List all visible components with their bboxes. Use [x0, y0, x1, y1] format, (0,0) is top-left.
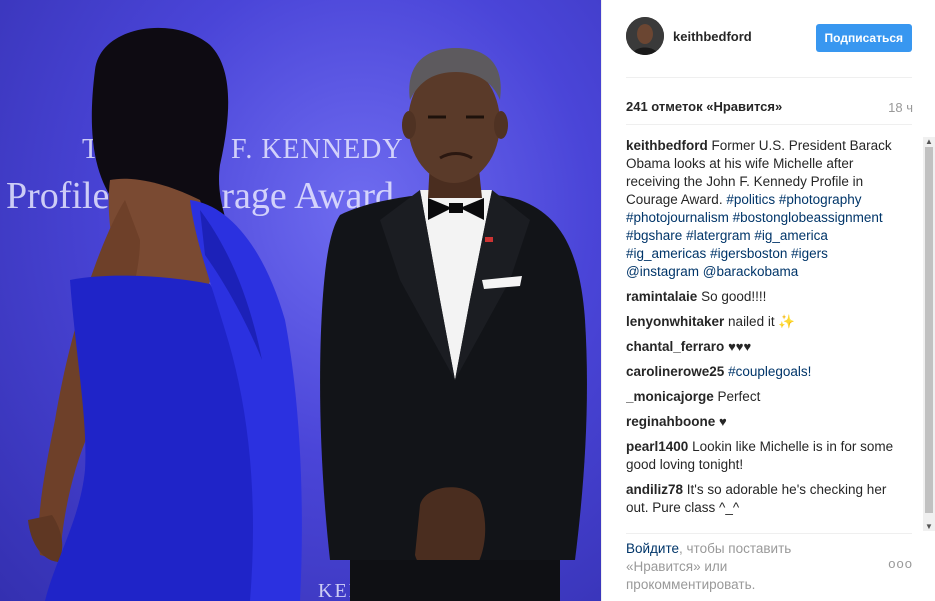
comment-item: reginahboone ♥ [626, 413, 902, 431]
more-options-icon[interactable]: ooo [888, 556, 913, 571]
post-photo[interactable]: THE JOHN F. KENNEDY Profile in Courage A… [0, 0, 601, 601]
man-figure [320, 48, 587, 601]
hashtag[interactable]: #igersboston [710, 246, 787, 261]
comment-text: nailed it ✨ [728, 314, 796, 329]
comment-item: pearl1400 Lookin like Michelle is in for… [626, 438, 902, 474]
comment-item: ramintalaie So good!!!! [626, 288, 902, 306]
hashtag[interactable]: #politics [726, 192, 775, 207]
hashtag[interactable]: #bostonglobeassignment [733, 210, 883, 225]
divider [626, 533, 912, 534]
mention[interactable]: @barackobama [703, 264, 799, 279]
mention[interactable]: @instagram [626, 264, 699, 279]
comment-text: ♥♥♥ [728, 339, 752, 354]
hashtag[interactable]: #ig_america [754, 228, 828, 243]
comments-scrollbar[interactable]: ▲ ▼ [923, 137, 935, 531]
comment-username[interactable]: ramintalaie [626, 289, 697, 304]
post-details-panel: keithbedford Подписаться 241 отметок «Нр… [601, 0, 935, 601]
comment-item: _monicajorge Perfect [626, 388, 902, 406]
comment-text: So good!!!! [701, 289, 767, 304]
hashtag[interactable]: #latergram [686, 228, 751, 243]
scroll-thumb[interactable] [925, 147, 933, 513]
post-time[interactable]: 18 ч [888, 100, 913, 115]
comment-username[interactable]: pearl1400 [626, 439, 688, 454]
comment-text: ♥ [719, 414, 727, 429]
hashtag[interactable]: #photography [779, 192, 862, 207]
caption-username[interactable]: keithbedford [626, 138, 708, 153]
scroll-down-arrow-icon[interactable]: ▼ [925, 522, 933, 531]
comment-item: andiliz78 It's so adorable he's checking… [626, 481, 902, 517]
comment-username[interactable]: lenyonwhitaker [626, 314, 724, 329]
login-link[interactable]: Войдите [626, 541, 679, 556]
comment-username[interactable]: chantal_ferraro [626, 339, 724, 354]
hashtag[interactable]: #ig_americas [626, 246, 706, 261]
login-prompt: Войдите, чтобы поставить «Нравится» или … [626, 540, 816, 594]
avatar-image [626, 17, 664, 55]
comments-list: keithbedford Former U.S. President Barac… [626, 137, 902, 530]
scroll-up-arrow-icon[interactable]: ▲ [925, 137, 933, 146]
divider [626, 77, 912, 78]
comment-username[interactable]: andiliz78 [626, 482, 683, 497]
photo-figures [28, 27, 587, 601]
comment-username[interactable]: _monicajorge [626, 389, 714, 404]
hashtag[interactable]: #bgshare [626, 228, 682, 243]
comment-username[interactable]: carolinerowe25 [626, 364, 724, 379]
post-caption: keithbedford Former U.S. President Barac… [626, 137, 902, 281]
post-header: keithbedford Подписаться [626, 17, 912, 59]
comment-item: lenyonwhitaker nailed it ✨ [626, 313, 902, 331]
likes-count[interactable]: 241 отметок «Нравится» [626, 99, 782, 114]
comment-username[interactable]: reginahboone [626, 414, 715, 429]
avatar[interactable] [626, 17, 664, 55]
comment-text[interactable]: #couplegoals! [728, 364, 811, 379]
follow-button[interactable]: Подписаться [815, 24, 912, 52]
comment-text: Perfect [717, 389, 761, 404]
divider [626, 124, 912, 125]
hashtag[interactable]: #igers [791, 246, 828, 261]
comment-item: carolinerowe25 #couplegoals! [626, 363, 902, 381]
hashtag[interactable]: #photojournalism [626, 210, 729, 225]
comment-item: chantal_ferraro ♥♥♥ [626, 338, 902, 356]
post-author-username[interactable]: keithbedford [673, 29, 752, 44]
woman-figure [28, 27, 302, 601]
